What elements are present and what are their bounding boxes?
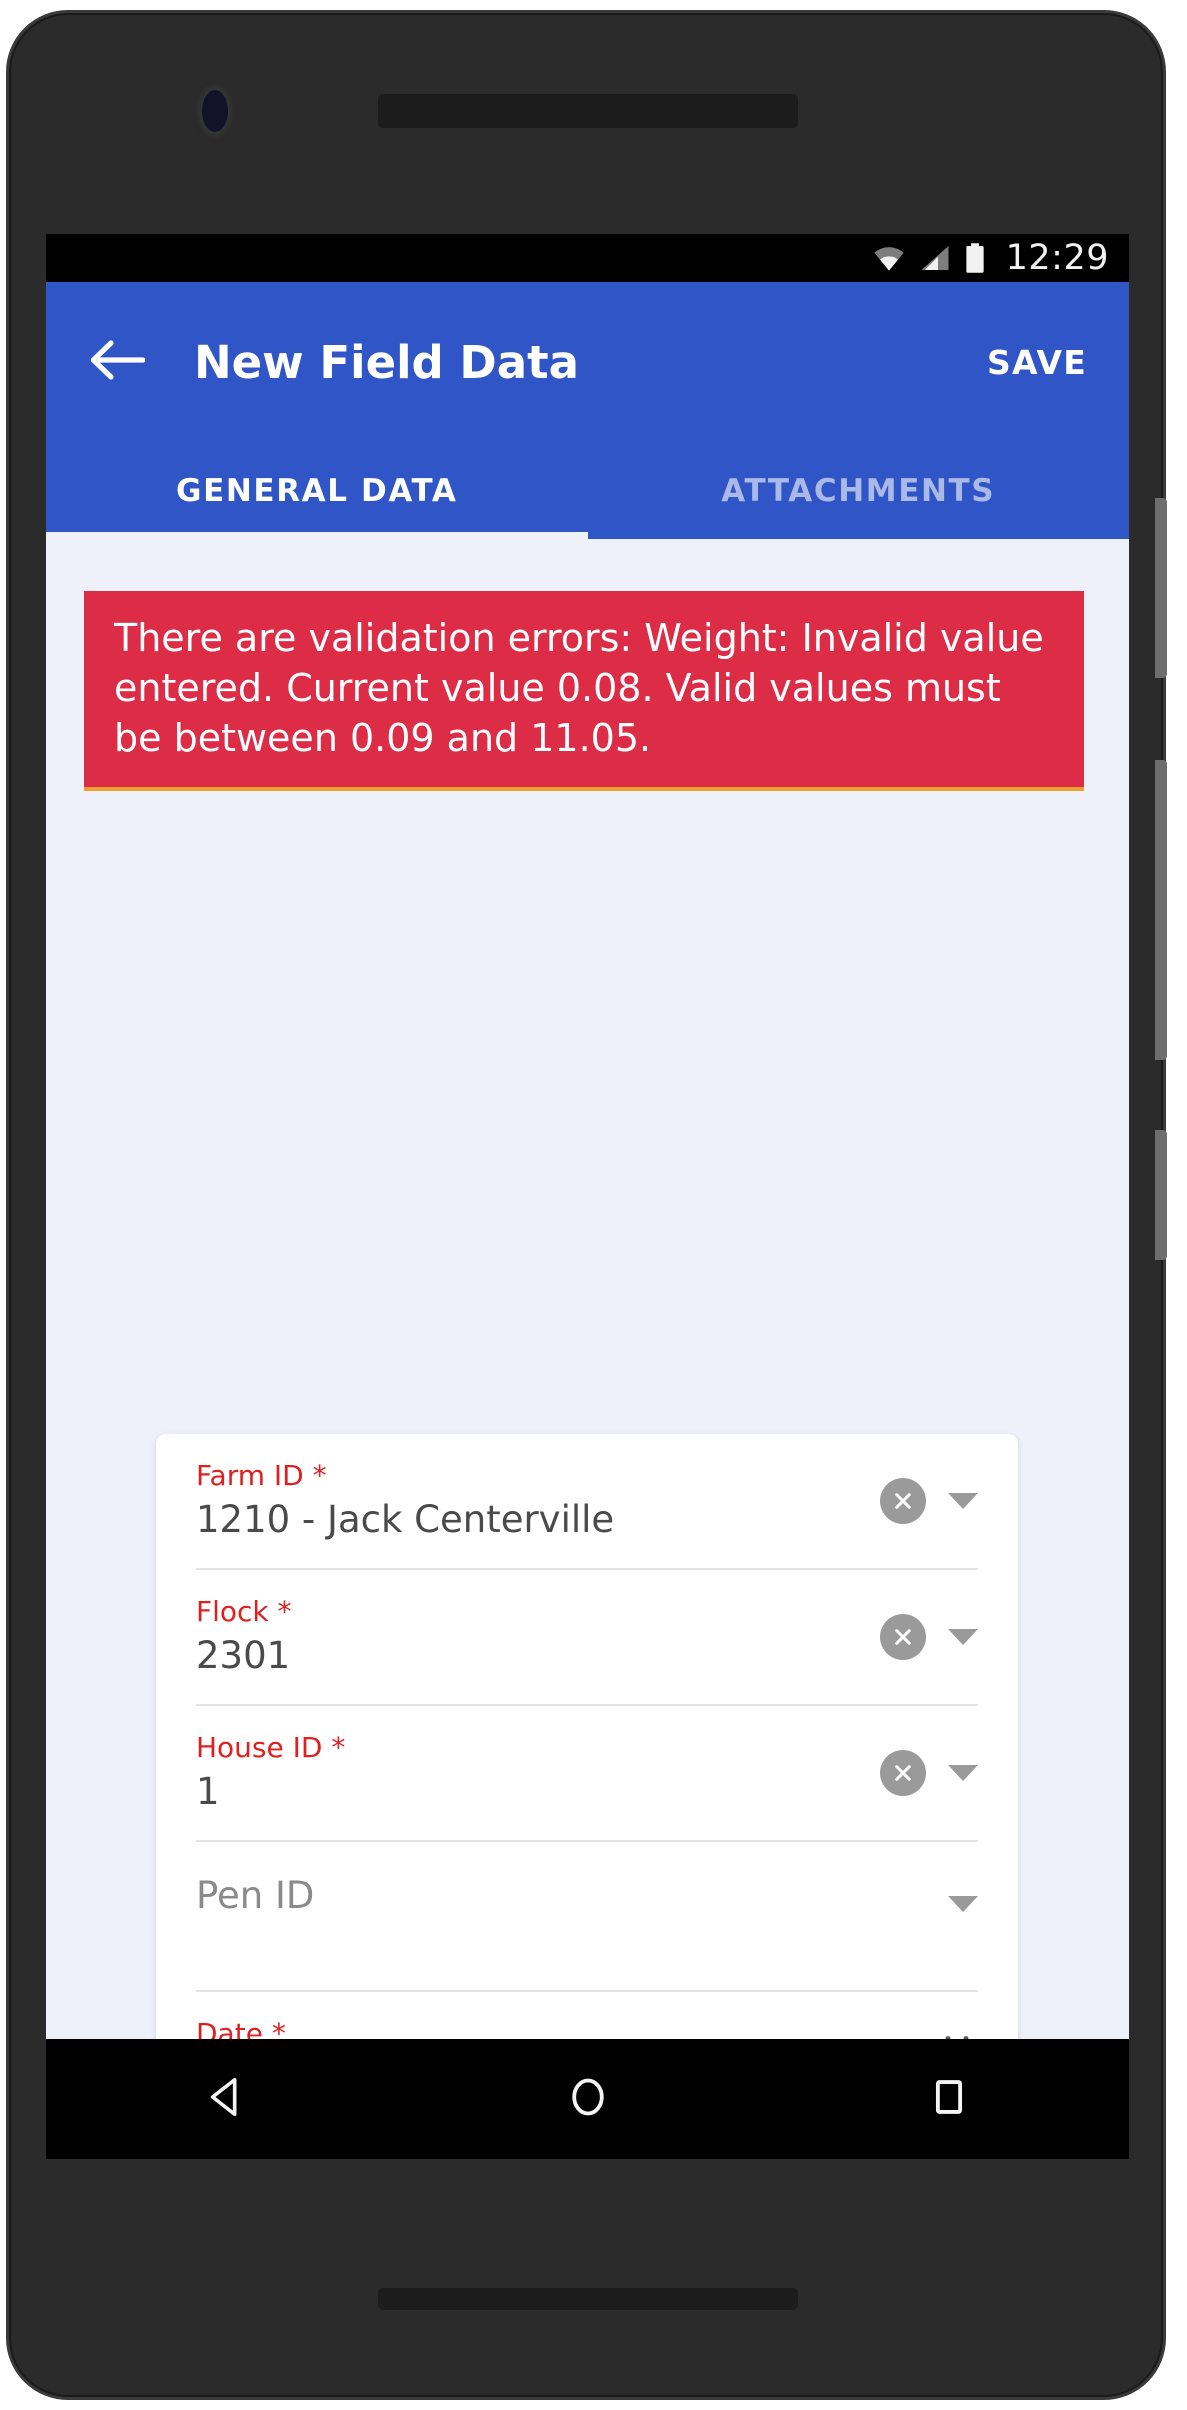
nav-back-icon bbox=[204, 2074, 250, 2124]
battery-icon bbox=[964, 242, 986, 274]
field-house-id[interactable]: House ID * 1 bbox=[196, 1706, 978, 1842]
field-house-id-value: 1 bbox=[196, 1770, 220, 1814]
arrow-back-icon bbox=[89, 339, 146, 385]
tab-attachments-label: ATTACHMENTS bbox=[721, 472, 996, 509]
validation-error-banner: There are validation errors: Weight: Inv… bbox=[84, 591, 1084, 792]
field-pen-id-icons bbox=[948, 1896, 978, 1913]
tab-bar: GENERAL DATA ATTACHMENTS bbox=[46, 442, 1129, 539]
cell-signal-icon bbox=[920, 244, 950, 272]
status-bar: 12:29 bbox=[46, 234, 1129, 282]
chevron-down-icon[interactable] bbox=[948, 1765, 978, 1781]
tab-general-data[interactable]: GENERAL DATA bbox=[46, 442, 588, 539]
field-flock-icons bbox=[880, 1614, 978, 1660]
page-title: New Field Data bbox=[194, 335, 580, 389]
clear-icon[interactable] bbox=[880, 1478, 926, 1524]
bottom-speaker-grille bbox=[378, 2288, 798, 2310]
validation-error-text: There are validation errors: Weight: Inv… bbox=[114, 616, 1044, 761]
field-farm-id-icons bbox=[880, 1478, 978, 1524]
status-bar-clock: 12:29 bbox=[1005, 238, 1109, 278]
field-flock-value: 2301 bbox=[196, 1634, 291, 1678]
phone-screen: 12:29 New Field Data SAVE GENERAL DATA A… bbox=[46, 234, 1129, 2159]
field-flock[interactable]: Flock * 2301 bbox=[196, 1570, 978, 1706]
wifi-icon bbox=[872, 244, 906, 272]
content-area: There are validation errors: Weight: Inv… bbox=[46, 539, 1129, 2159]
nav-home-button[interactable] bbox=[528, 2039, 648, 2159]
app-bar: New Field Data SAVE bbox=[46, 282, 1129, 442]
back-button[interactable] bbox=[80, 325, 154, 399]
nav-recents-icon bbox=[926, 2074, 972, 2124]
clear-icon[interactable] bbox=[880, 1750, 926, 1796]
field-pen-id[interactable]: Pen ID bbox=[196, 1842, 978, 1992]
chevron-down-icon[interactable] bbox=[948, 1493, 978, 1509]
field-house-id-icons bbox=[880, 1750, 978, 1796]
nav-back-button[interactable] bbox=[167, 2039, 287, 2159]
power-button[interactable] bbox=[1155, 760, 1167, 1060]
nav-home-icon bbox=[565, 2074, 611, 2124]
field-house-id-label: House ID * bbox=[196, 1731, 346, 1764]
tab-attachments[interactable]: ATTACHMENTS bbox=[588, 442, 1130, 539]
nav-recents-button[interactable] bbox=[889, 2039, 1009, 2159]
system-navigation-bar bbox=[46, 2039, 1129, 2159]
field-farm-id-label: Farm ID * bbox=[196, 1459, 327, 1492]
clear-icon[interactable] bbox=[880, 1614, 926, 1660]
save-button[interactable]: SAVE bbox=[979, 331, 1095, 394]
field-pen-id-value: Pen ID bbox=[196, 1874, 315, 1917]
assistant-button[interactable] bbox=[1155, 1130, 1167, 1260]
earpiece-speaker bbox=[378, 94, 798, 128]
volume-button[interactable] bbox=[1155, 498, 1167, 678]
chevron-down-icon[interactable] bbox=[948, 1629, 978, 1645]
field-farm-id-value: 1210 - Jack Centerville bbox=[196, 1498, 615, 1542]
field-flock-label: Flock * bbox=[196, 1595, 292, 1628]
field-farm-id[interactable]: Farm ID * 1210 - Jack Centerville bbox=[196, 1434, 978, 1570]
front-camera-icon bbox=[202, 90, 228, 132]
tab-general-data-label: GENERAL DATA bbox=[176, 472, 458, 509]
chevron-down-icon[interactable] bbox=[948, 1896, 978, 1913]
